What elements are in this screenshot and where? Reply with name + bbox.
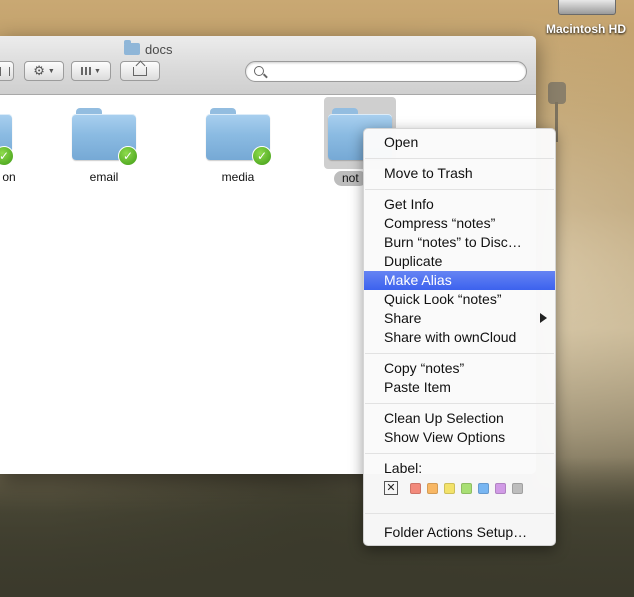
search-icon <box>254 66 264 76</box>
menu-item-quick-look[interactable]: Quick Look “notes” <box>364 290 555 309</box>
folder-label: email <box>89 170 119 184</box>
menu-item-share-owncloud[interactable]: Share with ownCloud <box>364 328 555 347</box>
hard-drive-icon <box>558 0 616 15</box>
menu-separator <box>365 403 554 404</box>
folder-label: media <box>221 170 255 184</box>
label-color-blue[interactable] <box>478 482 489 494</box>
label-color-purple[interactable] <box>495 482 506 494</box>
folder-item-email[interactable]: ✓ email <box>54 96 154 184</box>
sync-check-icon: ✓ <box>0 146 14 166</box>
menu-item-duplicate[interactable]: Duplicate <box>364 252 555 271</box>
water-tower <box>548 82 566 104</box>
share-icon <box>133 60 147 76</box>
search-input[interactable] <box>268 64 522 81</box>
folder-icon: ✓ <box>0 108 14 166</box>
gear-icon: ⚙ <box>33 63 45 78</box>
sync-check-icon: ✓ <box>118 146 138 166</box>
menu-item-share[interactable]: Share <box>364 309 555 328</box>
menu-item-view-options[interactable]: Show View Options <box>364 428 555 447</box>
label-color-green[interactable] <box>461 482 472 494</box>
menu-item-clean-up[interactable]: Clean Up Selection <box>364 409 555 428</box>
sync-check-icon: ✓ <box>252 146 272 166</box>
menu-item-copy[interactable]: Copy “notes” <box>364 359 555 378</box>
menu-item-make-alias[interactable]: Make Alias <box>364 271 555 290</box>
share-button[interactable] <box>120 60 160 81</box>
folder-label: on <box>2 170 16 184</box>
label-color-picker: ✕ <box>384 481 523 495</box>
hard-drive-desktop-icon[interactable]: Macintosh HD <box>546 0 626 40</box>
menu-separator <box>365 353 554 354</box>
grid-icon <box>81 67 92 75</box>
menu-item-burn[interactable]: Burn “notes” to Disc… <box>364 233 555 252</box>
menu-separator <box>365 453 554 454</box>
menu-separator <box>365 513 554 514</box>
menu-item-folder-actions[interactable]: Folder Actions Setup… <box>364 523 555 542</box>
label-none-icon[interactable]: ✕ <box>384 481 398 495</box>
action-menu-button[interactable]: ⚙ ▼ <box>24 61 64 81</box>
menu-item-share-label: Share <box>384 310 422 326</box>
finder-toolbar: docs ⚙ ▼ ▼ <box>0 36 536 95</box>
label-color-red[interactable] <box>410 482 421 494</box>
columns-icon <box>0 66 10 76</box>
menu-separator <box>365 158 554 159</box>
folder-label-selected: not <box>334 171 367 186</box>
search-field[interactable] <box>245 61 527 82</box>
folder-item-media[interactable]: ✓ media <box>188 96 288 184</box>
folder-icon: ✓ <box>206 108 272 166</box>
hard-drive-label: Macintosh HD <box>546 22 627 36</box>
window-title: docs <box>124 40 173 57</box>
menu-item-move-to-trash[interactable]: Move to Trash <box>364 164 555 183</box>
context-menu: Open Move to Trash Get Info Compress “no… <box>363 128 556 546</box>
folder-item-partial[interactable]: ✓ on <box>0 96 30 184</box>
menu-item-open[interactable]: Open <box>364 133 555 152</box>
view-columns-button[interactable] <box>0 61 14 81</box>
chevron-down-icon: ▼ <box>94 67 101 75</box>
chevron-down-icon: ▼ <box>47 67 55 75</box>
folder-icon <box>124 40 140 55</box>
menu-label-heading: Label: <box>384 460 423 476</box>
label-color-gray[interactable] <box>512 482 523 494</box>
folder-icon: ✓ <box>72 108 138 166</box>
menu-separator <box>365 189 554 190</box>
menu-item-paste[interactable]: Paste Item <box>364 378 555 397</box>
menu-item-compress[interactable]: Compress “notes” <box>364 214 555 233</box>
label-color-orange[interactable] <box>427 482 438 494</box>
submenu-arrow-icon <box>540 313 547 323</box>
window-title-text: docs <box>145 41 173 57</box>
arrange-button[interactable]: ▼ <box>71 61 111 81</box>
label-color-yellow[interactable] <box>444 482 455 494</box>
menu-item-get-info[interactable]: Get Info <box>364 195 555 214</box>
